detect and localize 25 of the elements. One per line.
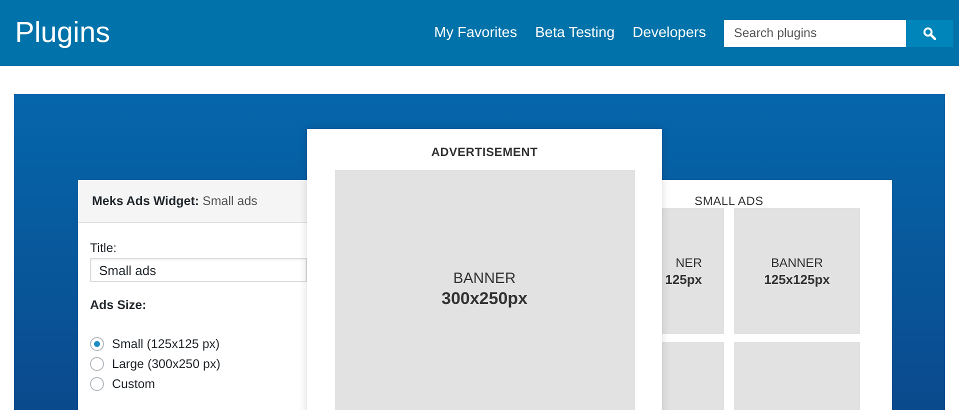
radio-label: Custom <box>112 377 156 391</box>
radio-button[interactable] <box>90 357 104 371</box>
panel-title: SMALL ADS <box>694 194 764 208</box>
banner-label: NER <box>676 256 702 270</box>
search-button[interactable] <box>906 20 953 46</box>
radio-button[interactable] <box>90 377 104 391</box>
radio-label: Large (300x250 px) <box>112 357 220 371</box>
banner-label: BANNER <box>770 256 824 270</box>
title-field[interactable]: Small ads <box>90 258 307 282</box>
field-label: Ads Size: <box>90 298 146 312</box>
nav-link[interactable]: My Favorites <box>434 25 518 41</box>
site-title: Plugins <box>15 16 112 50</box>
radio-button[interactable] <box>90 337 104 351</box>
field-label: Title: <box>90 241 117 255</box>
widget-heading: Meks Ads Widget: Small ads <box>92 194 258 208</box>
banner-size: 125px <box>665 272 702 286</box>
nav-link[interactable]: Developers <box>632 25 706 41</box>
panel-title: ADVERTISEMENT <box>431 145 538 161</box>
banner-size: 300x250px <box>441 288 528 309</box>
banner-label: BANNER <box>453 270 516 287</box>
search-icon <box>923 26 936 40</box>
search-field[interactable]: Search plugins <box>724 20 906 46</box>
banner-size: 125x125px <box>764 272 830 286</box>
nav-link[interactable]: Beta Testing <box>535 25 615 41</box>
radio-label: Small (125x125 px) <box>112 337 220 351</box>
